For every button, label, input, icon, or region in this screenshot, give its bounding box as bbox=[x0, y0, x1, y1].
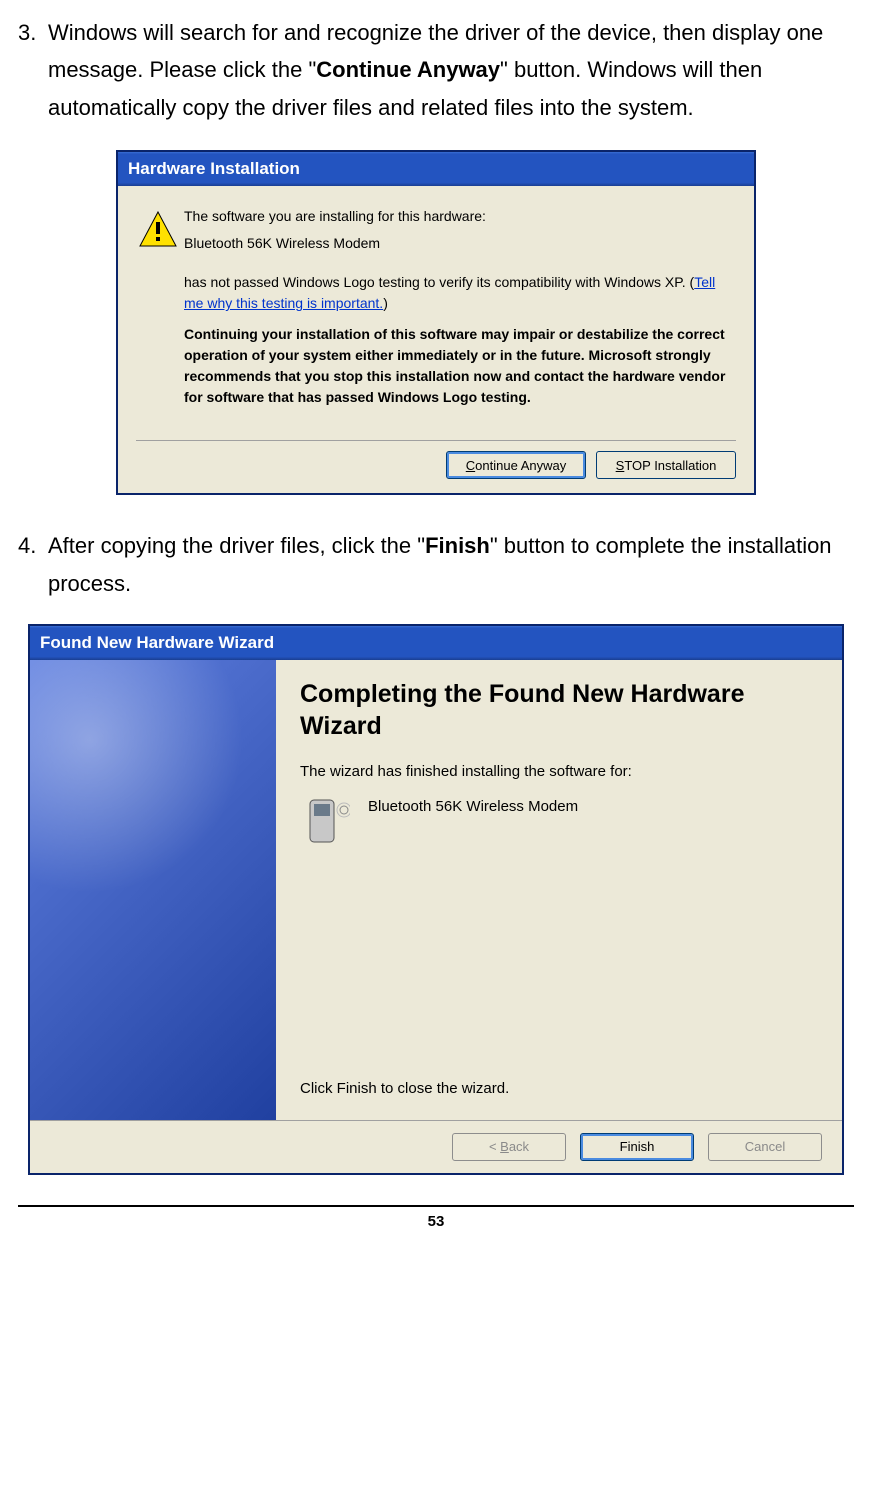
wizard-side-banner bbox=[30, 660, 276, 1120]
dialog2-titlebar: Found New Hardware Wizard bbox=[30, 626, 842, 660]
wizard-heading: Completing the Found New Hardware Wizard bbox=[300, 678, 816, 743]
hardware-installation-dialog: Hardware Installation The software you a… bbox=[116, 150, 756, 495]
wizard-line1: The wizard has finished installing the s… bbox=[300, 759, 816, 785]
step-3-text: Windows will search for and recognize th… bbox=[48, 14, 854, 126]
dialog2-body: Completing the Found New Hardware Wizard… bbox=[30, 660, 842, 1120]
step-4: 4. After copying the driver files, click… bbox=[18, 527, 854, 602]
step-3: 3. Windows will search for and recognize… bbox=[18, 14, 854, 126]
wizard-content: Completing the Found New Hardware Wizard… bbox=[276, 660, 842, 1120]
continue-anyway-button[interactable]: Continue Anyway bbox=[446, 451, 586, 479]
dialog2-button-row: < Back Finish Cancel bbox=[30, 1120, 842, 1173]
wizard-device-name: Bluetooth 56K Wireless Modem bbox=[368, 794, 578, 820]
footer-rule bbox=[18, 1205, 854, 1207]
dialog1-line1: The software you are installing for this… bbox=[184, 206, 734, 227]
dialog1-titlebar: Hardware Installation bbox=[118, 152, 754, 186]
stop-installation-button[interactable]: STOP Installation bbox=[596, 451, 736, 479]
back-button[interactable]: < Back bbox=[452, 1133, 566, 1161]
dialog1-content: The software you are installing for this… bbox=[184, 206, 734, 414]
wizard-close-text: Click Finish to close the wizard. bbox=[300, 1076, 816, 1102]
step-3-number: 3. bbox=[18, 14, 48, 126]
finish-button[interactable]: Finish bbox=[580, 1133, 694, 1161]
hardware-installation-dialog-wrap: Hardware Installation The software you a… bbox=[18, 150, 854, 495]
page-number: 53 bbox=[18, 1209, 854, 1241]
cancel-button[interactable]: Cancel bbox=[708, 1133, 822, 1161]
modem-device-icon bbox=[300, 794, 350, 854]
dialog1-device: Bluetooth 56K Wireless Modem bbox=[184, 233, 734, 254]
dialog1-body: The software you are installing for this… bbox=[118, 186, 754, 428]
found-new-hardware-wizard-dialog: Found New Hardware Wizard Completing the… bbox=[28, 624, 844, 1175]
dialog1-compat-text: has not passed Windows Logo testing to v… bbox=[184, 272, 734, 314]
step-4-text: After copying the driver files, click th… bbox=[48, 527, 854, 602]
step-4-number: 4. bbox=[18, 527, 48, 602]
warning-icon bbox=[138, 206, 184, 414]
device-row: Bluetooth 56K Wireless Modem bbox=[300, 794, 816, 854]
dialog1-button-row: Continue Anyway STOP Installation bbox=[136, 440, 736, 479]
dialog1-warning-paragraph: Continuing your installation of this sof… bbox=[184, 324, 734, 408]
